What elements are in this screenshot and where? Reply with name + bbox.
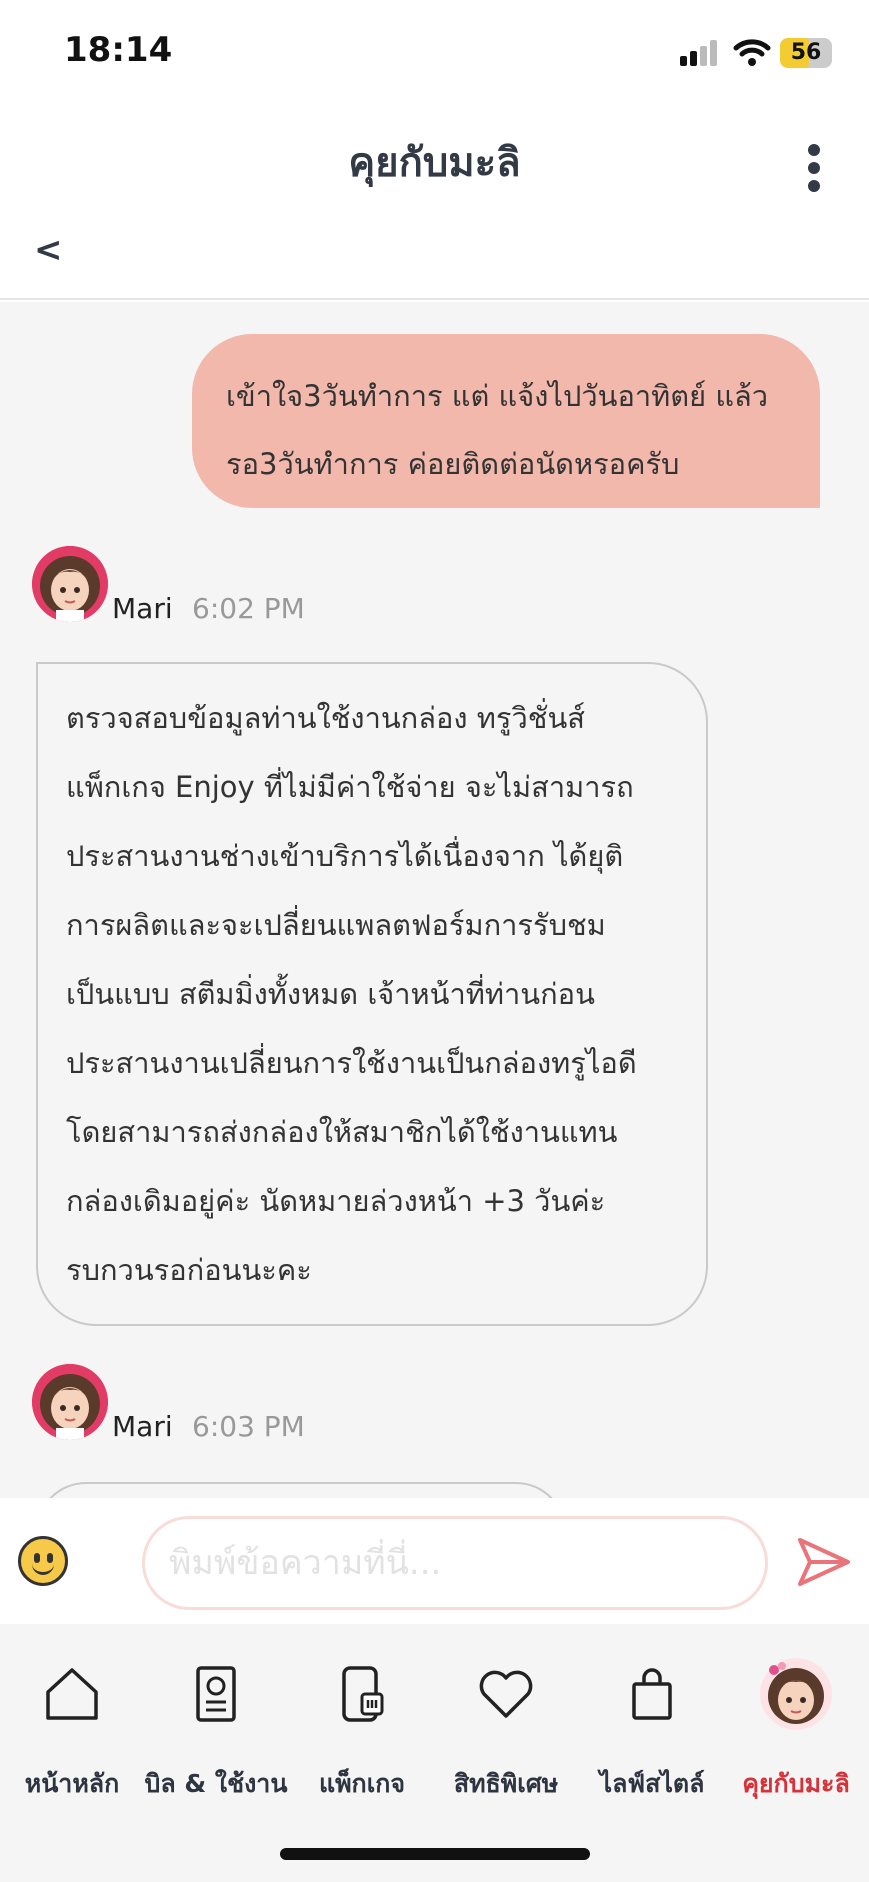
- message-line: ประสานงานช่างเข้าบริการได้เนื่องจาก ได้ย…: [66, 839, 624, 873]
- battery-percent: 56: [790, 40, 822, 65]
- status-bar: 18:14 56: [0, 0, 869, 110]
- message-input-bar: [0, 1498, 869, 1624]
- heart-icon: [479, 1670, 533, 1718]
- chat-header: คุยกับมะลิ <: [0, 110, 869, 300]
- page-title: คุยกับมะลิ: [348, 140, 521, 186]
- message-line: รบกวนรอก่อนนะคะ: [66, 1253, 312, 1287]
- nav-label: แพ็กเกจ: [318, 1769, 406, 1798]
- nav-item-lifestyle[interactable]: ไลฟ์สไตล์: [582, 1664, 722, 1798]
- message-line: ประสานงานเปลี่ยนการใช้งานเป็นกล่องทรูไอด…: [66, 1046, 637, 1080]
- user-message-bubble: เข้าใจ3วันทำการ แต่ แจ้งไปวันอาทิตย์ แล้…: [192, 334, 820, 508]
- back-button[interactable]: <: [34, 230, 63, 270]
- nav-item-bill[interactable]: บิล & ใช้งาน: [145, 1664, 287, 1798]
- message-line: โดยสามารถส่งกล่องให้สมาชิกได้ใช้งานแทน: [66, 1115, 618, 1149]
- shopping-bag-icon: [632, 1668, 672, 1720]
- nav-label: บิล & ใช้งาน: [144, 1769, 288, 1798]
- mari-avatar: [32, 546, 108, 622]
- chat-area[interactable]: เข้าใจ3วันทำการ แต่ แจ้งไปวันอาทิตย์ แล้…: [0, 302, 869, 1498]
- message-line: เข้าใจ3วันทำการ แต่ แจ้งไปวันอาทิตย์ แล้…: [226, 379, 769, 413]
- home-icon: [46, 1668, 98, 1720]
- more-options-icon[interactable]: [800, 140, 830, 200]
- signal-icon: [680, 40, 720, 66]
- message-line: กล่องเดิมอยู่ค่ะ นัดหมายล่วงหน้า +3 วันค…: [66, 1184, 606, 1218]
- nav-item-privileges[interactable]: สิทธิพิเศษ: [436, 1664, 576, 1798]
- message-line: รอ3วันทำการ ค่อยติดต่อนัดหรอครับ: [226, 447, 680, 481]
- mari-avatar: [32, 1364, 108, 1440]
- bot-message-bubble: ตรวจสอบข้อมูลท่านใช้งานกล่อง ทรูวิชั่นส์…: [36, 662, 708, 1326]
- nav-label: หน้าหลัก: [24, 1769, 120, 1798]
- message-line: ตรวจสอบข้อมูลท่านใช้งานกล่อง ทรูวิชั่นส์: [66, 701, 585, 735]
- nav-item-home[interactable]: หน้าหลัก: [2, 1664, 142, 1798]
- wifi-icon: [733, 39, 771, 66]
- emoji-icon[interactable]: [18, 1536, 68, 1586]
- message-line: เป็นแบบ สตีมมิ่งทั้งหมด เจ้าหน้าที่ท่านก…: [66, 977, 595, 1011]
- phone-package-icon: [342, 1666, 384, 1722]
- message-line: แพ็กเกจ Enjoy ที่ไม่มีค่าใช้จ่าย จะไม่สา…: [66, 770, 634, 804]
- mari-avatar-icon: [760, 1658, 832, 1730]
- sender-name: Mari: [112, 592, 173, 625]
- bottom-nav: หน้าหลัก บิล & ใช้งาน แพ็กเกจ สิทธิพิเศษ: [0, 1624, 869, 1882]
- nav-item-chat-mari[interactable]: คุยกับมะลิ: [726, 1658, 866, 1798]
- nav-label: สิทธิพิเศษ: [453, 1769, 559, 1798]
- sender-name: Mari: [112, 1410, 173, 1443]
- message-time: 6:03 PM: [192, 1410, 305, 1443]
- nav-item-package[interactable]: แพ็กเกจ: [292, 1664, 432, 1798]
- bill-icon: [196, 1666, 236, 1722]
- message-input[interactable]: [142, 1516, 768, 1610]
- message-line: การผลิตและจะเปลี่ยนแพลตฟอร์มการรับชม: [66, 908, 606, 942]
- message-time: 6:02 PM: [192, 592, 305, 625]
- nav-label: ไลฟ์สไตล์: [599, 1769, 705, 1798]
- nav-label: คุยกับมะลิ: [742, 1769, 850, 1798]
- battery-icon: 56: [780, 38, 832, 68]
- send-icon[interactable]: [796, 1534, 852, 1590]
- bot-message-bubble-partial: [36, 1482, 566, 1498]
- home-indicator: [280, 1848, 590, 1860]
- status-time: 18:14: [64, 30, 173, 70]
